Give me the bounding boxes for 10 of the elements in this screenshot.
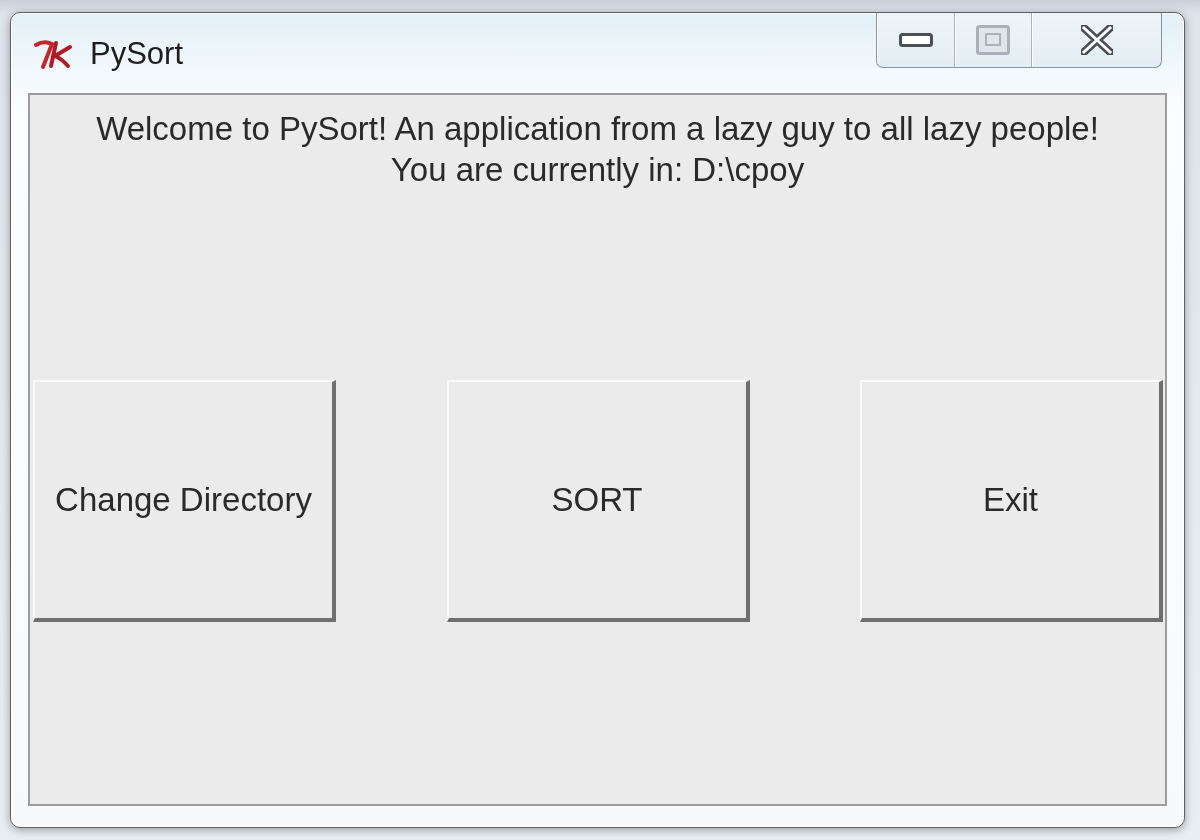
close-icon: [1080, 25, 1113, 55]
window-title: PySort: [90, 37, 184, 71]
minimize-button[interactable]: [877, 13, 955, 67]
message-line: Welcome to PySort! An application from a lazy guy to all lazy people!: [96, 109, 1099, 149]
change-directory-button[interactable]: Change Directory: [33, 380, 336, 622]
sort-button[interactable]: SORT: [446, 380, 750, 622]
exit-button[interactable]: Exit: [860, 380, 1163, 622]
message-line: You are currently in: D:\cpoy: [390, 150, 805, 190]
minimize-icon: [898, 33, 933, 47]
maximize-icon: [976, 25, 1010, 55]
